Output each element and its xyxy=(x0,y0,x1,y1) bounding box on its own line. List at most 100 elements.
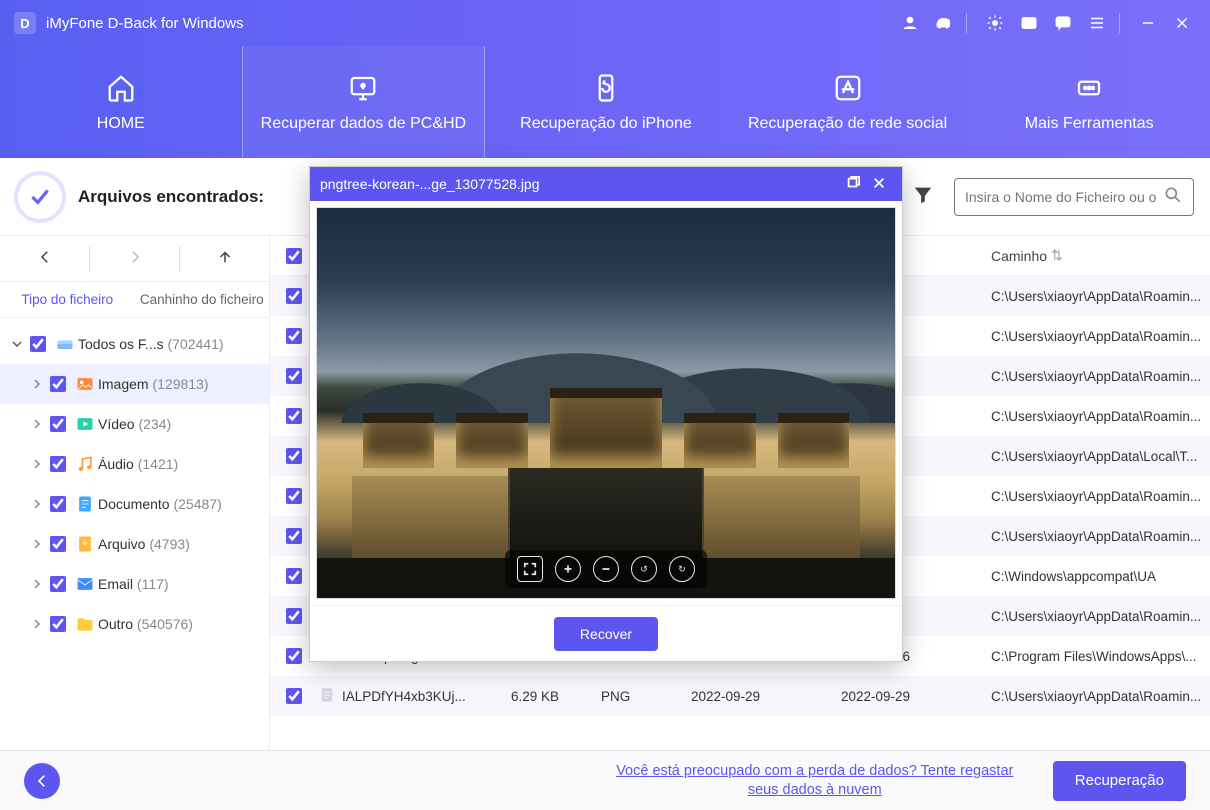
tree-checkbox[interactable] xyxy=(50,576,66,592)
search-input[interactable] xyxy=(965,189,1163,205)
preview-recover-button[interactable]: Recover xyxy=(554,617,658,651)
tab-more[interactable]: Mais Ferramentas xyxy=(968,46,1210,158)
preview-image: ↺ ↻ xyxy=(316,207,896,599)
tab-label: Recuperar dados de PC&HD xyxy=(261,115,466,133)
tree-checkbox[interactable] xyxy=(30,336,46,352)
tree-item-arquivo[interactable]: Arquivo (4793) xyxy=(0,524,269,564)
type-icon xyxy=(72,534,98,554)
tree-item-documento[interactable]: Documento (25487) xyxy=(0,484,269,524)
search-box[interactable] xyxy=(954,178,1194,216)
row-checkbox[interactable] xyxy=(286,288,302,304)
sidebar-tab-filepath[interactable]: Canhinho do ficheiro xyxy=(135,292,270,307)
sidebar-tab-filetype[interactable]: Tipo do ficheiro xyxy=(0,292,135,307)
chevron-down-icon[interactable] xyxy=(10,339,24,349)
chevron-right-icon[interactable] xyxy=(30,539,44,549)
nav-forward-icon xyxy=(90,248,179,269)
feedback-icon[interactable] xyxy=(1049,9,1077,37)
sidebar-tabs: Tipo do ficheiro Canhinho do ficheiro xyxy=(0,282,269,318)
nav-up-icon[interactable] xyxy=(180,248,269,269)
chevron-right-icon[interactable] xyxy=(30,619,44,629)
file-path: C:\Users\xiaoyr\AppData\Roamin... xyxy=(991,609,1201,624)
tree-item-vídeo[interactable]: Vídeo (234) xyxy=(0,404,269,444)
row-checkbox[interactable] xyxy=(286,328,302,344)
file-path: C:\Users\xiaoyr\AppData\Roamin... xyxy=(991,369,1201,384)
recover-button[interactable]: Recuperação xyxy=(1053,761,1186,801)
tab-social[interactable]: Recuperação de rede social xyxy=(727,46,969,158)
preview-actions: Recover xyxy=(310,605,902,661)
tree-checkbox[interactable] xyxy=(50,376,66,392)
file-type-tree: Todos os F...s (702441) Imagem (129813) … xyxy=(0,318,269,750)
tree-checkbox[interactable] xyxy=(50,536,66,552)
filter-icon[interactable] xyxy=(912,184,934,209)
footer: Você está preocupado com a perda de dado… xyxy=(0,750,1210,810)
file-path: C:\Users\xiaoyr\AppData\Roamin... xyxy=(991,529,1201,544)
zoom-in-icon[interactable] xyxy=(555,556,581,582)
chevron-right-icon[interactable] xyxy=(30,459,44,469)
rotate-left-icon[interactable]: ↺ xyxy=(631,556,657,582)
close-icon[interactable] xyxy=(1168,9,1196,37)
tree-item-email[interactable]: Email (117) xyxy=(0,564,269,604)
type-icon xyxy=(72,614,98,634)
preview-titlebar[interactable]: pngtree-korean-...ge_13077528.jpg xyxy=(310,167,902,201)
chevron-right-icon[interactable] xyxy=(30,579,44,589)
tree-root-all-files[interactable]: Todos os F...s (702441) xyxy=(0,324,269,364)
chevron-right-icon[interactable] xyxy=(30,419,44,429)
search-icon xyxy=(1163,185,1183,208)
row-checkbox[interactable] xyxy=(286,488,302,504)
cloud-backup-link[interactable]: Você está preocupado com a perda de dado… xyxy=(605,762,1025,800)
preview-close-icon[interactable] xyxy=(866,176,892,193)
row-checkbox[interactable] xyxy=(286,648,302,664)
table-row[interactable]: IALPDfYH4xb3KUj... 6.29 KB PNG 2022-09-2… xyxy=(270,676,1210,716)
tab-home[interactable]: HOME xyxy=(0,46,242,158)
scan-complete-badge xyxy=(14,171,66,223)
rotate-right-icon[interactable]: ↻ xyxy=(669,556,695,582)
tree-checkbox[interactable] xyxy=(50,616,66,632)
type-icon xyxy=(72,494,98,514)
row-checkbox[interactable] xyxy=(286,608,302,624)
file-path: C:\Windows\appcompat\UA xyxy=(991,569,1156,584)
tree-checkbox[interactable] xyxy=(50,496,66,512)
file-path: C:\Users\xiaoyr\AppData\Roamin... xyxy=(991,289,1201,304)
preview-restore-icon[interactable] xyxy=(840,176,866,193)
file-path: C:\Users\xiaoyr\AppData\Roamin... xyxy=(991,489,1201,504)
row-checkbox[interactable] xyxy=(286,688,302,704)
mail-icon[interactable] xyxy=(1015,9,1043,37)
column-path[interactable]: Caminho⇅ xyxy=(985,247,1210,264)
tree-checkbox[interactable] xyxy=(50,456,66,472)
row-checkbox[interactable] xyxy=(286,368,302,384)
tab-iphone[interactable]: Recuperação do iPhone xyxy=(485,46,727,158)
back-button[interactable] xyxy=(24,763,60,799)
nav-back-icon[interactable] xyxy=(0,248,89,269)
tree-checkbox[interactable] xyxy=(50,416,66,432)
menu-icon[interactable] xyxy=(1083,9,1111,37)
settings-icon[interactable] xyxy=(981,9,1009,37)
select-all-checkbox[interactable] xyxy=(286,248,302,264)
tab-label: HOME xyxy=(97,115,145,133)
chevron-right-icon[interactable] xyxy=(30,499,44,509)
row-checkbox[interactable] xyxy=(286,568,302,584)
fullscreen-icon[interactable] xyxy=(517,556,543,582)
row-checkbox[interactable] xyxy=(286,408,302,424)
file-path: C:\Users\xiaoyr\AppData\Roamin... xyxy=(991,689,1201,704)
type-icon xyxy=(72,454,98,474)
file-date1: 2022-09-29 xyxy=(685,689,835,704)
zoom-out-icon[interactable] xyxy=(593,556,619,582)
type-icon xyxy=(72,574,98,594)
row-checkbox[interactable] xyxy=(286,448,302,464)
titlebar: D iMyFone D-Back for Windows xyxy=(0,0,1210,46)
row-checkbox[interactable] xyxy=(286,528,302,544)
app-title: iMyFone D-Back for Windows xyxy=(46,15,244,32)
account-icon[interactable] xyxy=(896,9,924,37)
preview-controls: ↺ ↻ xyxy=(505,550,707,588)
tree-item-áudio[interactable]: Áudio (1421) xyxy=(0,444,269,484)
file-type: PNG xyxy=(595,689,685,704)
type-icon xyxy=(72,374,98,394)
chevron-right-icon[interactable] xyxy=(30,379,44,389)
tree-item-imagem[interactable]: Imagem (129813) xyxy=(0,364,269,404)
drive-icon xyxy=(52,334,78,354)
discord-icon[interactable] xyxy=(930,9,958,37)
tree-item-outro[interactable]: Outro (540576) xyxy=(0,604,269,644)
minimize-icon[interactable] xyxy=(1134,9,1162,37)
tab-pc-hd[interactable]: Recuperar dados de PC&HD xyxy=(242,46,486,158)
preview-title-text: pngtree-korean-...ge_13077528.jpg xyxy=(320,176,840,192)
